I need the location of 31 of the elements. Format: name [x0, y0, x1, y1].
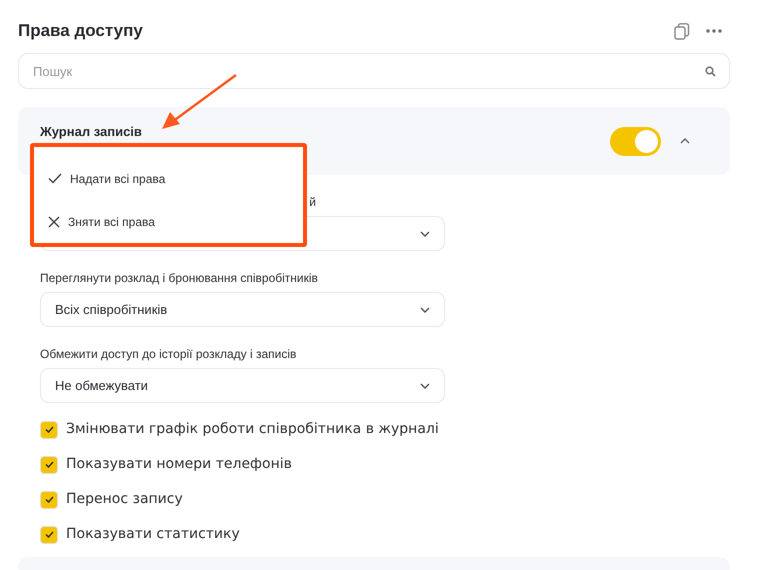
- check-icon: [44, 461, 54, 468]
- check-icon: [48, 173, 62, 184]
- search-icon: [705, 66, 716, 77]
- check-icon: [44, 426, 54, 433]
- checkbox-label: Змінювати графік роботи співробітника в журналі: [66, 420, 439, 439]
- checkbox[interactable]: [40, 526, 58, 544]
- checkbox-label: Показувати номери телефонів: [66, 455, 292, 474]
- chevron-down-icon: [420, 306, 430, 312]
- chevron-down-icon: [420, 382, 430, 388]
- checkbox[interactable]: [40, 420, 58, 438]
- menu-item[interactable]: Зняти всі права: [68, 200, 155, 243]
- chevron-up-icon[interactable]: [680, 138, 690, 144]
- field-label: Обмежити доступ до історії розкладу і записів: [40, 347, 296, 361]
- checkbox-label: Перенос запису: [66, 490, 183, 509]
- checkbox[interactable]: [40, 490, 58, 508]
- checkbox[interactable]: [40, 456, 58, 474]
- check-icon: [44, 531, 54, 538]
- select-field[interactable]: Всіх співробітників: [40, 292, 445, 327]
- field-label: Переглянути розклад і бронювання співробітників: [40, 271, 318, 285]
- search-field[interactable]: Пошук: [18, 53, 730, 89]
- check-icon: [44, 496, 54, 503]
- select-field[interactable]: Не обмежувати: [40, 368, 445, 403]
- copy-icon[interactable]: [674, 22, 690, 40]
- close-icon: [48, 216, 60, 228]
- page-title: Права доступу: [18, 20, 143, 42]
- chevron-down-icon: [420, 230, 430, 236]
- more-icon[interactable]: [706, 29, 722, 33]
- toggle-switch[interactable]: [610, 126, 661, 156]
- checkbox-label: Показувати статистику: [66, 525, 240, 544]
- field-label: й: [309, 195, 316, 209]
- section-title: Журнал записів: [40, 123, 143, 142]
